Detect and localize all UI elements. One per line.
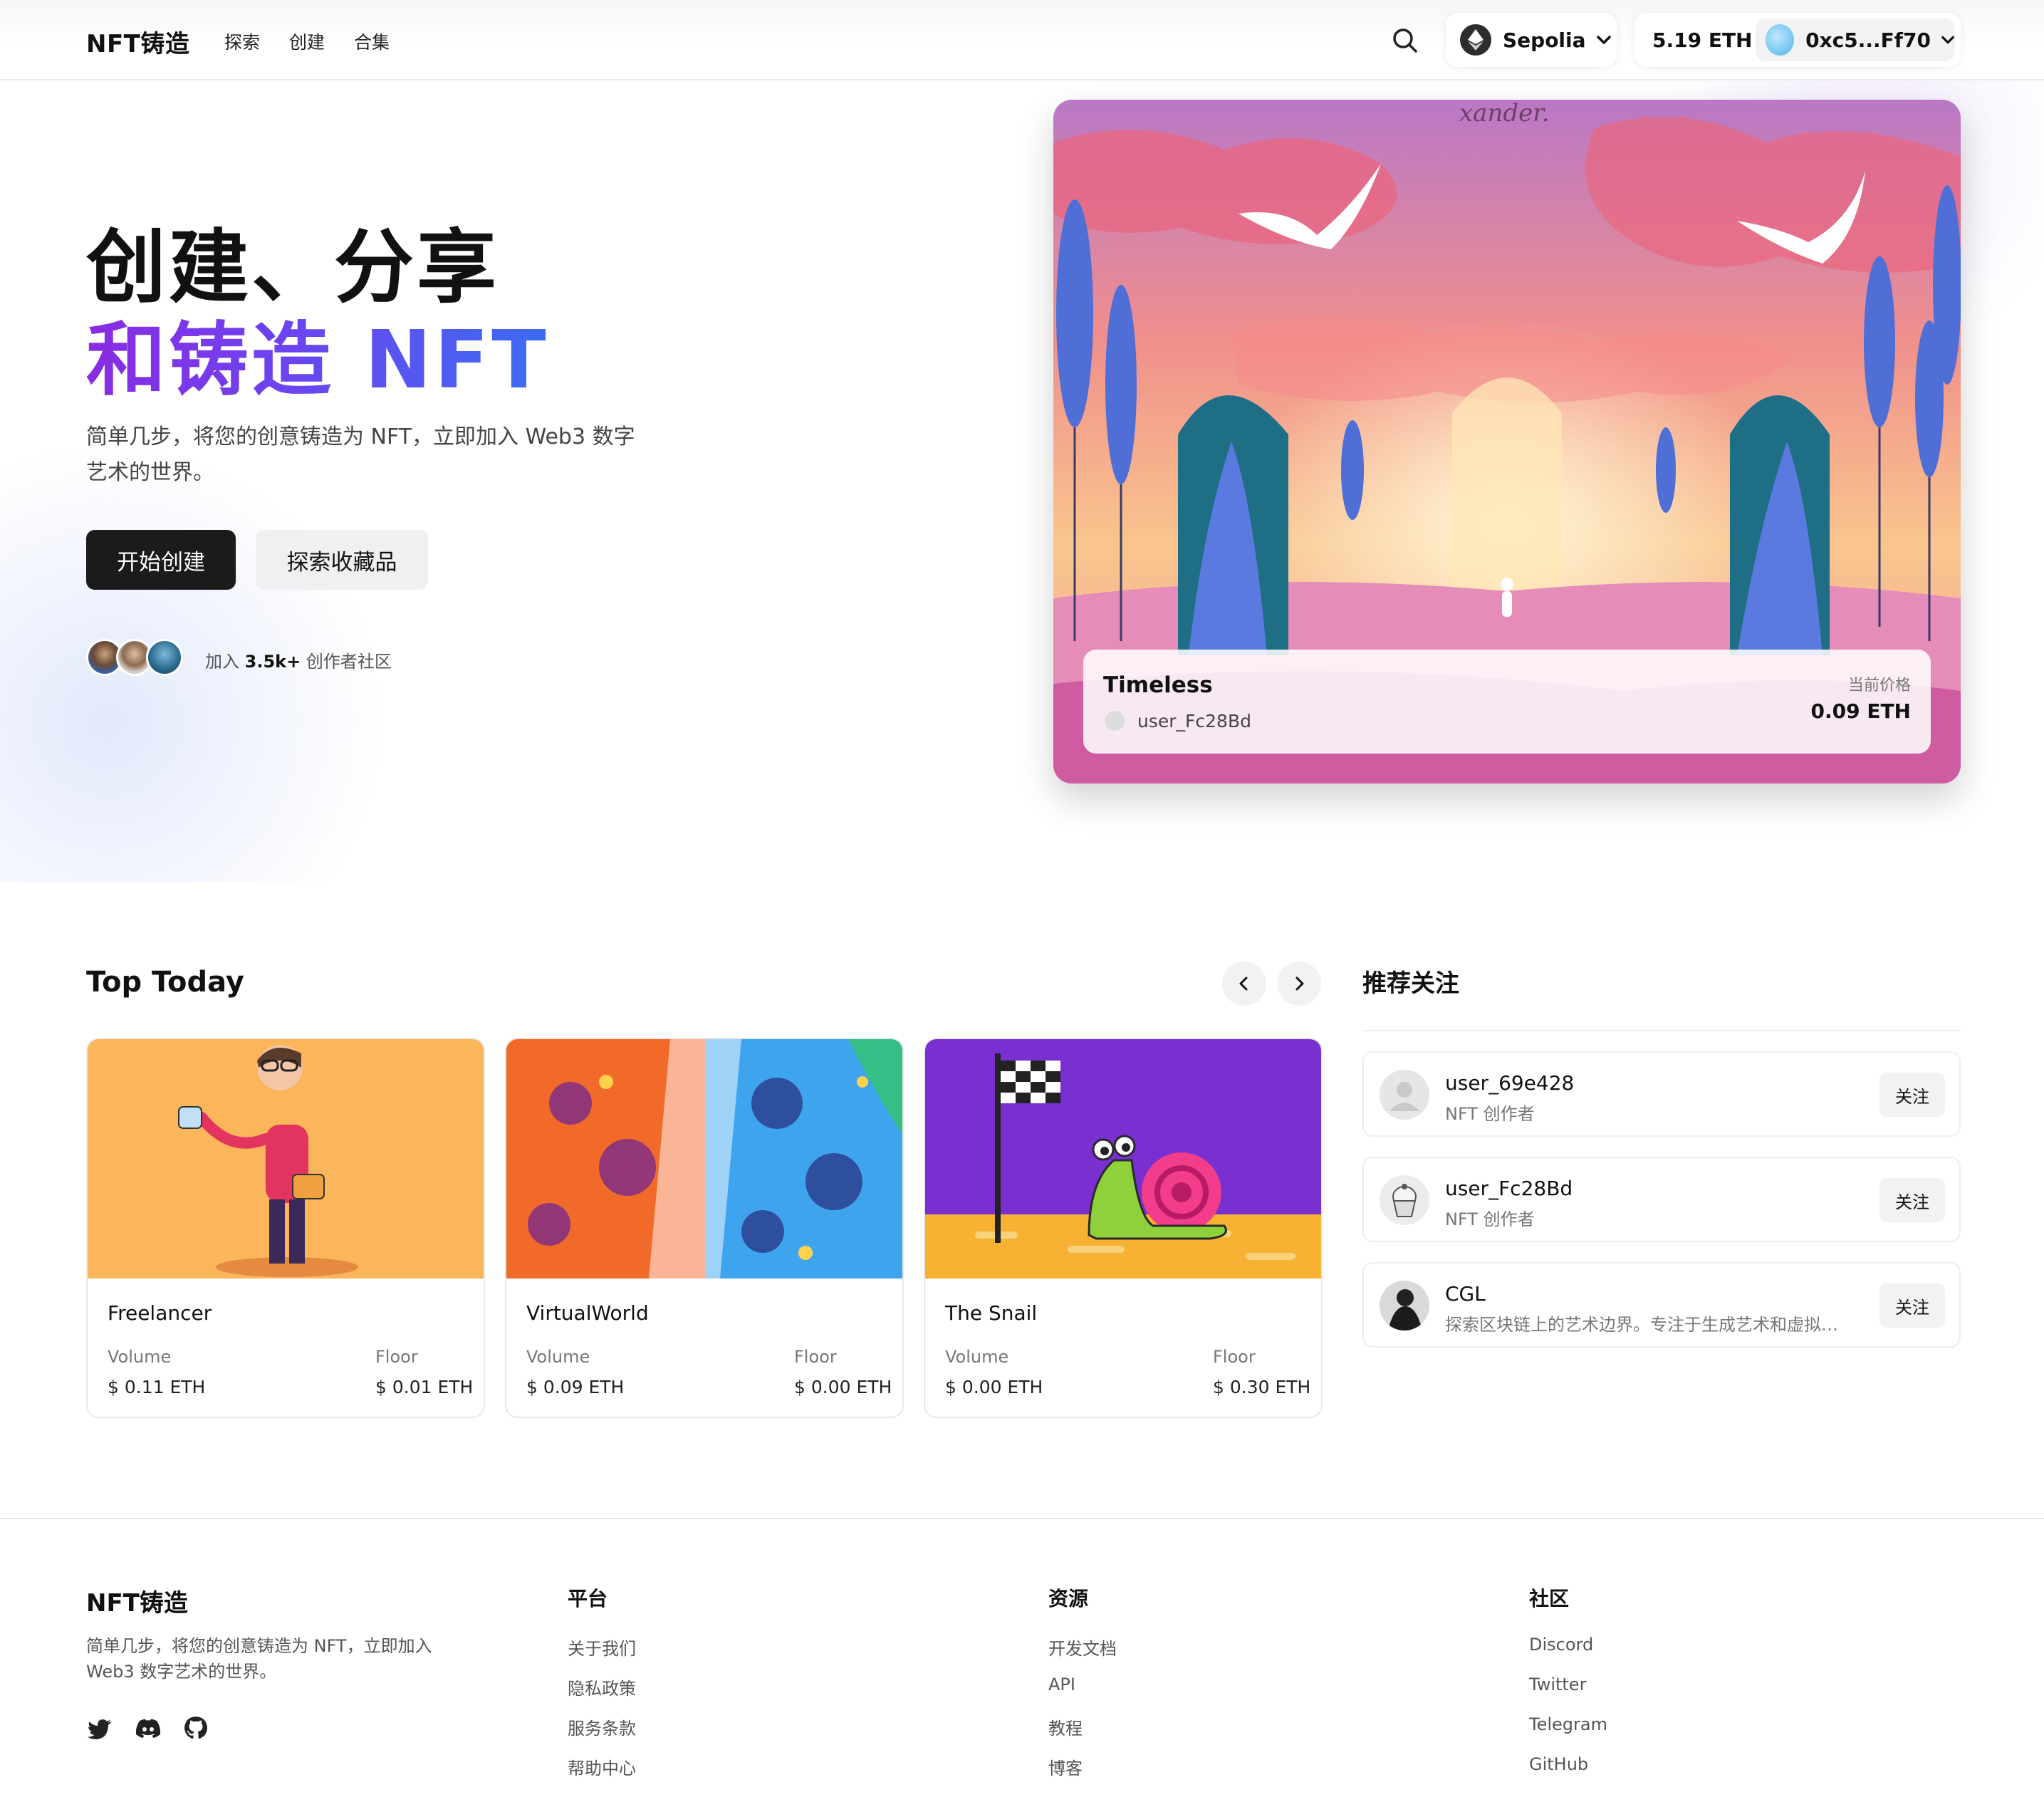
ethereum-icon (1460, 24, 1491, 56)
follow-button[interactable]: 关注 (1879, 1178, 1945, 1222)
follow-button[interactable]: 关注 (1879, 1283, 1945, 1328)
user-description: 探索区块链上的艺术边界。专注于生成艺术和虚拟现实艺术的创作 (1445, 1315, 1844, 1335)
svg-text:xander.: xander. (1459, 100, 1550, 127)
hero-section: 创建、分享 和铸造 NFT 简单几步，将您的创意铸造为 NFT，立即加入 Web… (0, 80, 2044, 882)
floor-value: $ 0.30 ETH (1213, 1377, 1311, 1397)
volume-label: Volume (108, 1347, 172, 1367)
volume-label: Volume (945, 1347, 1009, 1367)
footer-column-title: 资源 (1048, 1587, 1089, 1610)
chevron-down-icon (1941, 36, 1954, 44)
user-avatar[interactable] (1380, 1070, 1429, 1120)
footer-link-privacy[interactable]: 隐私政策 (568, 1675, 636, 1699)
explore-collections-button[interactable]: 探索收藏品 (256, 530, 428, 590)
recommend-title: 推荐关注 (1362, 969, 1459, 998)
collection-name: VirtualWorld (526, 1301, 649, 1325)
user-avatar[interactable] (1380, 1175, 1429, 1225)
featured-nft-info: Timeless user_Fc28Bd 当前价格 0.09 ETH (1083, 650, 1931, 754)
collection-name: The Snail (945, 1301, 1038, 1325)
footer-link-help[interactable]: 帮助中心 (568, 1754, 636, 1779)
featured-nft-owner[interactable]: user_Fc28Bd (1137, 711, 1251, 731)
footer-link-docs[interactable]: 开发文档 (1048, 1635, 1117, 1660)
floor-label: Floor (1213, 1347, 1256, 1367)
featured-nft-card[interactable]: xander. Timeless user_Fc28Bd 当前价格 0.09 E… (1053, 100, 1961, 783)
chevron-left-icon (1239, 976, 1248, 991)
creator-avatars (86, 639, 186, 676)
account-menu[interactable]: 0xc5...Ff70 (1756, 19, 1955, 61)
owner-avatar (1105, 711, 1125, 731)
nav-link-collections[interactable]: 合集 (354, 28, 390, 54)
volume-label: Volume (526, 1347, 590, 1367)
footer-link-blog[interactable]: 博客 (1048, 1754, 1083, 1779)
footer-link-telegram[interactable]: Telegram (1529, 1714, 1607, 1734)
footer-link-api[interactable]: API (1048, 1675, 1075, 1694)
divider (1362, 1030, 1961, 1031)
floor-value: $ 0.01 ETH (375, 1377, 474, 1397)
user-description: NFT 创作者 (1445, 1104, 1535, 1124)
network-name: Sepolia (1503, 28, 1586, 52)
footer-link-github[interactable]: GitHub (1529, 1754, 1588, 1774)
user-name[interactable]: CGL (1445, 1282, 1486, 1306)
top-navbar: NFT铸造 探索 创建 合集 Sepolia 5.19 ETH 0xc5...F… (0, 0, 2044, 80)
collection-image-the-snail (925, 1039, 1321, 1278)
footer-link-discord[interactable]: Discord (1529, 1635, 1593, 1655)
floor-label: Floor (794, 1347, 837, 1367)
recommended-user: CGL 探索区块链上的艺术边界。专注于生成艺术和虚拟现实艺术的创作 关注 (1362, 1262, 1961, 1348)
collection-name: Freelancer (108, 1301, 212, 1325)
site-logo[interactable]: NFT铸造 (86, 24, 189, 59)
collection-card[interactable]: The Snail Volume Floor $ 0.00 ETH $ 0.30… (924, 1038, 1323, 1418)
collection-card[interactable]: VirtualWorld Volume Floor $ 0.09 ETH $ 0… (505, 1038, 904, 1418)
footer-description: 简单几步，将您的创意铸造为 NFT，立即加入 Web3 数字艺术的世界。 (86, 1636, 432, 1682)
start-create-button[interactable]: 开始创建 (86, 530, 236, 590)
hero-subtitle: 简单几步，将您的创意铸造为 NFT，立即加入 Web3 数字艺术的世界。 (86, 425, 635, 485)
discord-icon[interactable] (134, 1714, 162, 1743)
wallet-balance: 5.19 ETH (1652, 28, 1753, 52)
community-text: 加入 3.5k+ 创作者社区 (205, 652, 392, 672)
carousel-next-button[interactable] (1277, 962, 1321, 1006)
user-name[interactable]: user_Fc28Bd (1445, 1177, 1573, 1200)
avatar (146, 639, 183, 676)
nav-link-explore[interactable]: 探索 (224, 28, 260, 54)
search-icon[interactable] (1389, 24, 1422, 57)
volume-value: $ 0.11 ETH (108, 1377, 206, 1397)
footer-column-title: 社区 (1529, 1587, 1570, 1610)
nav-link-create[interactable]: 创建 (289, 28, 325, 54)
featured-nft-price: 0.09 ETH (1810, 699, 1912, 723)
network-selector[interactable]: Sepolia (1446, 13, 1617, 67)
recommended-user: user_Fc28Bd NFT 创作者 关注 (1362, 1157, 1961, 1242)
footer-link-about[interactable]: 关于我们 (568, 1635, 636, 1660)
footer-logo[interactable]: NFT铸造 (86, 1583, 188, 1618)
top-today-title: Top Today (86, 966, 244, 999)
footer-link-tutorials[interactable]: 教程 (1048, 1714, 1083, 1739)
chevron-right-icon (1295, 976, 1304, 991)
featured-nft-title: Timeless (1103, 672, 1213, 698)
user-description: NFT 创作者 (1445, 1209, 1535, 1229)
github-icon[interactable] (182, 1714, 210, 1743)
recommended-user: user_69e428 NFT 创作者 关注 (1362, 1051, 1961, 1137)
floor-value: $ 0.00 ETH (794, 1377, 892, 1397)
collection-image-virtualworld (506, 1039, 902, 1278)
collection-card[interactable]: Freelancer Volume Floor $ 0.11 ETH $ 0.0… (86, 1038, 485, 1418)
footer-column-title: 平台 (568, 1587, 608, 1610)
user-avatar[interactable] (1380, 1281, 1429, 1330)
chevron-down-icon (1596, 36, 1611, 44)
carousel-prev-button[interactable] (1222, 962, 1266, 1006)
wallet-widget: 5.19 ETH 0xc5...Ff70 (1634, 13, 1961, 67)
volume-value: $ 0.09 ETH (526, 1377, 625, 1397)
price-label: 当前价格 (1847, 677, 1911, 694)
twitter-icon[interactable] (86, 1714, 115, 1743)
footer-link-terms[interactable]: 服务条款 (568, 1714, 636, 1739)
account-avatar (1766, 24, 1795, 56)
floor-label: Floor (375, 1347, 418, 1367)
site-footer: NFT铸造 简单几步，将您的创意铸造为 NFT，立即加入 Web3 数字艺术的世… (0, 1518, 2044, 1802)
collection-image-freelancer (88, 1039, 484, 1278)
community-count: 3.5k+ (244, 652, 301, 672)
hero-title-line2: 和铸造 NFT (86, 296, 549, 411)
volume-value: $ 0.00 ETH (945, 1377, 1043, 1397)
wallet-address: 0xc5...Ff70 (1805, 28, 1931, 52)
footer-link-twitter[interactable]: Twitter (1529, 1675, 1586, 1694)
user-name[interactable]: user_69e428 (1445, 1071, 1574, 1095)
follow-button[interactable]: 关注 (1879, 1073, 1945, 1117)
